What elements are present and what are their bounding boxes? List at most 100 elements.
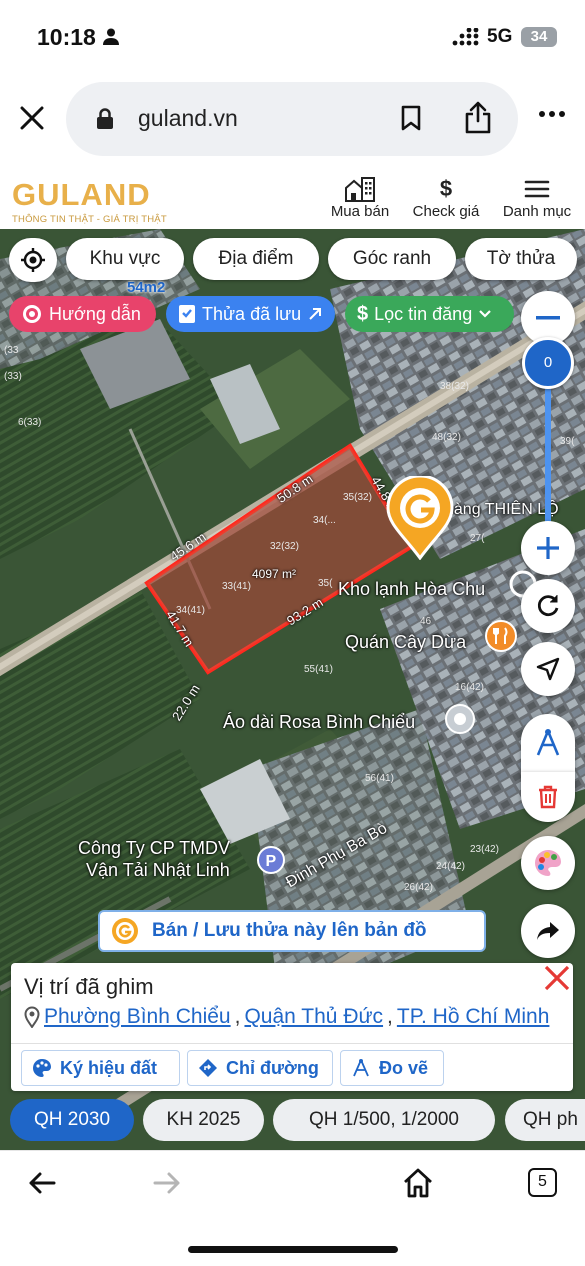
poi-ao-dai[interactable]: Áo dài Rosa Bình Chiểu bbox=[223, 712, 415, 733]
city-link[interactable]: TP. Hồ Chí Minh bbox=[397, 1005, 550, 1029]
save-plot-button[interactable]: Bán / Lưu thửa này lên bản đồ bbox=[98, 910, 486, 952]
svg-text:55(41): 55(41) bbox=[304, 664, 333, 675]
svg-text:33(41): 33(41) bbox=[222, 581, 251, 592]
dollar-icon: $ bbox=[439, 176, 453, 201]
home-icon[interactable] bbox=[402, 1167, 434, 1199]
filter-listings-button[interactable]: $ Lọc tin đăng bbox=[345, 296, 514, 332]
crosshair-icon bbox=[21, 248, 45, 272]
guland-logo[interactable]: GULAND THÔNG TIN THẬT - GIÁ TRỊ THẬT bbox=[12, 177, 167, 225]
saved-plots-label: Thửa đã lưu bbox=[202, 304, 302, 324]
measure-button[interactable]: Đo vẽ bbox=[340, 1050, 444, 1086]
location-pin-icon bbox=[24, 1006, 40, 1028]
bookmark-icon[interactable] bbox=[400, 104, 422, 132]
guide-label: Hướng dẫn bbox=[49, 304, 141, 324]
directions-button[interactable]: Chỉ đường bbox=[187, 1050, 333, 1086]
map-style-button[interactable] bbox=[521, 836, 575, 890]
ward-link[interactable]: Phường Bình Chiểu bbox=[44, 1005, 231, 1029]
saved-plots-button[interactable]: Thửa đã lưu bbox=[166, 296, 335, 332]
menu-icon bbox=[524, 180, 550, 198]
battery-icon: 34 bbox=[521, 27, 557, 47]
poi-kho-lanh[interactable]: Kho lạnh Hòa Chu bbox=[338, 579, 485, 600]
guide-button[interactable]: Hướng dẫn bbox=[9, 296, 156, 332]
site-header: GULAND THÔNG TIN THẬT - GIÁ TRỊ THẬT Mua… bbox=[0, 165, 585, 229]
zoom-slider-track[interactable] bbox=[545, 387, 551, 527]
filter-goc-ranh[interactable]: Góc ranh bbox=[328, 238, 456, 280]
filter-dia-diem[interactable]: Địa điểm bbox=[193, 238, 319, 280]
arrow-up-right-icon bbox=[309, 308, 322, 320]
address-bar[interactable]: guland.vn bbox=[66, 82, 518, 156]
building-icon bbox=[345, 177, 375, 202]
filter-khu-vuc[interactable]: Khu vực bbox=[66, 238, 184, 280]
tabs-button[interactable]: 5 bbox=[528, 1168, 557, 1197]
lock-icon bbox=[97, 108, 113, 129]
my-location-button[interactable] bbox=[521, 642, 575, 696]
refresh-button[interactable] bbox=[521, 579, 575, 633]
nav-danh-muc-label: Danh mục bbox=[502, 203, 572, 220]
dollar-icon: $ bbox=[357, 303, 369, 325]
filter-listings-label: Lọc tin đăng bbox=[374, 304, 473, 324]
area-label-top: 54m2 bbox=[127, 279, 166, 296]
tab-qh-1-500[interactable]: QH 1/500, 1/2000 bbox=[273, 1099, 495, 1141]
tab-kh-2025[interactable]: KH 2025 bbox=[143, 1099, 264, 1141]
home-indicator bbox=[188, 1246, 398, 1253]
share-icon[interactable] bbox=[464, 100, 492, 134]
district-link[interactable]: Quận Thủ Đức bbox=[244, 1005, 383, 1029]
svg-text:P: P bbox=[266, 853, 277, 870]
save-plot-label: Bán / Lưu thửa này lên bản đồ bbox=[152, 920, 427, 941]
browser-toolbar: guland.vn bbox=[0, 70, 585, 165]
target-icon bbox=[23, 305, 41, 323]
locate-button[interactable] bbox=[9, 238, 57, 282]
palette-icon bbox=[535, 850, 561, 876]
svg-text:24(42): 24(42) bbox=[436, 861, 465, 872]
svg-text:56(41): 56(41) bbox=[365, 773, 394, 784]
logo-tagline: THÔNG TIN THẬT - GIÁ TRỊ THẬT bbox=[12, 214, 167, 225]
nav-mua-ban-label: Mua bán bbox=[330, 203, 390, 220]
pinned-location-panel: Vị trí đã ghim Phường Bình Chiểu, Quận T… bbox=[11, 963, 573, 1091]
tab-qh-2030[interactable]: QH 2030 bbox=[10, 1099, 134, 1141]
poi-hang[interactable]: hàng THIÊN LỘ bbox=[445, 501, 559, 519]
nav-danh-muc[interactable]: Danh mục bbox=[497, 175, 577, 220]
svg-text:23(42): 23(42) bbox=[470, 844, 499, 855]
compass-measure-icon bbox=[536, 729, 560, 756]
person-icon bbox=[103, 28, 119, 45]
trash-icon bbox=[539, 785, 557, 809]
divider bbox=[11, 1043, 573, 1044]
poi-cong-ty-2[interactable]: Vận Tải Nhật Linh bbox=[86, 860, 230, 881]
zoom-level-badge[interactable]: 0 bbox=[522, 337, 574, 389]
parking-icon[interactable]: P bbox=[256, 845, 286, 875]
guland-pin-icon[interactable] bbox=[384, 476, 456, 560]
address-line: Phường Bình Chiểu, Quận Thủ Đức, TP. Hồ … bbox=[24, 1005, 549, 1029]
bookmark-check-icon bbox=[179, 305, 195, 323]
planning-tabs: QH 2030 KH 2025 QH 1/500, 1/2000 QH ph bbox=[0, 1095, 585, 1145]
tab-qh-ph[interactable]: QH ph bbox=[505, 1099, 585, 1141]
place-pin-icon[interactable] bbox=[444, 703, 476, 735]
share-arrow-icon bbox=[537, 922, 559, 940]
svg-text:6(33): 6(33) bbox=[18, 417, 41, 428]
share-map-button[interactable] bbox=[521, 904, 575, 958]
svg-text:35(: 35( bbox=[318, 578, 333, 589]
poi-quan-cay-dua[interactable]: Quán Cây Dừa bbox=[345, 632, 466, 653]
back-arrow-icon[interactable] bbox=[28, 1171, 56, 1195]
nav-check-gia[interactable]: $ Check giá bbox=[406, 175, 486, 220]
forward-arrow-icon[interactable] bbox=[153, 1171, 181, 1195]
signal-icon bbox=[452, 28, 479, 46]
poi-cong-ty-1[interactable]: Công Ty CP TMDV bbox=[78, 838, 230, 859]
minus-icon bbox=[536, 316, 560, 320]
svg-text:27(: 27( bbox=[470, 533, 485, 544]
land-symbol-button[interactable]: Ký hiệu đất bbox=[21, 1050, 180, 1086]
measure-tool-button[interactable] bbox=[521, 714, 575, 772]
restaurant-icon[interactable] bbox=[484, 619, 518, 653]
logo-text: GULAND bbox=[12, 177, 151, 212]
palette-icon bbox=[33, 1059, 51, 1077]
close-icon[interactable] bbox=[542, 963, 572, 993]
filter-to-thua[interactable]: Tờ thửa bbox=[465, 238, 577, 280]
nav-mua-ban[interactable]: Mua bán bbox=[326, 175, 394, 220]
browser-bottom-nav: 5 bbox=[0, 1150, 585, 1220]
network-type: 5G bbox=[487, 26, 513, 47]
zoom-in-button[interactable] bbox=[521, 521, 575, 575]
svg-text:46: 46 bbox=[420, 616, 432, 627]
status-bar: 10:18 5G 34 bbox=[0, 0, 585, 70]
more-icon[interactable] bbox=[538, 110, 566, 118]
guland-logo-icon bbox=[112, 918, 138, 944]
close-icon[interactable] bbox=[18, 104, 46, 132]
